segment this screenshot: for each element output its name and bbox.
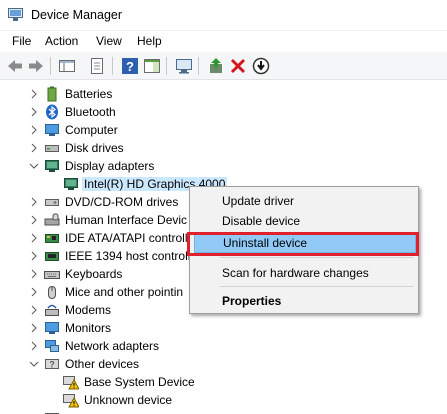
chevron-right-icon[interactable] (29, 124, 39, 136)
tree-item-partial (0, 409, 447, 414)
menu-view[interactable]: View (96, 34, 122, 48)
show-hide-console-tree-icon[interactable] (58, 57, 76, 75)
network-adapter-icon (45, 340, 59, 352)
tree-item-label: IDE ATA/ATAPI controll (65, 231, 188, 245)
menu-help[interactable]: Help (137, 34, 162, 48)
tree-item-label: Modems (65, 303, 112, 317)
hid-icon (44, 213, 60, 226)
menu-item-disable-device[interactable]: Disable device (190, 211, 418, 231)
chevron-right-icon[interactable] (29, 268, 39, 280)
chevron-right-icon[interactable] (29, 214, 39, 226)
tree-item-other-devices[interactable]: ? Other devices (0, 355, 447, 373)
disk-drive-icon (45, 145, 59, 152)
chevron-right-icon[interactable] (29, 88, 39, 100)
device-manager-icon (8, 8, 23, 21)
tree-item-label: Unknown device (84, 393, 173, 407)
disable-device-icon[interactable] (252, 57, 270, 75)
tree-item-label: Computer (65, 123, 118, 137)
tree-item-label: IEEE 1394 host controlle (65, 249, 198, 263)
computer-icon (45, 124, 59, 136)
tree-item-label: Human Interface Devic (65, 213, 188, 227)
toolbar-separator (166, 57, 167, 75)
tree-item-label: DVD/CD-ROM drives (65, 195, 179, 209)
modem-icon (45, 304, 59, 316)
toolbar-separator (50, 57, 51, 75)
other-devices-icon: ? (45, 359, 59, 370)
chevron-right-icon[interactable] (29, 196, 39, 208)
tree-item-network-adapters[interactable]: Network adapters (0, 337, 447, 355)
tree-item-disk-drives[interactable]: Disk drives (0, 139, 447, 157)
battery-icon (47, 86, 57, 102)
toolbar-separator (198, 57, 199, 75)
dvd-drive-icon (45, 199, 59, 206)
window-title: Device Manager (31, 8, 123, 22)
chevron-right-icon[interactable] (29, 232, 39, 244)
tree-item-label: Monitors (65, 321, 112, 335)
menu-action[interactable]: Action (45, 34, 78, 48)
device-icon (45, 413, 59, 414)
help-icon[interactable]: ? (121, 57, 139, 75)
menu-file[interactable]: File (12, 34, 31, 48)
chevron-right-icon[interactable] (29, 304, 39, 316)
title-bar: Device Manager (0, 0, 447, 31)
menu-item-label: Disable device (222, 214, 301, 228)
menu-item-scan-hardware[interactable]: Scan for hardware changes (190, 263, 418, 283)
chevron-right-icon[interactable] (29, 340, 39, 352)
keyboard-icon (44, 271, 60, 279)
tree-item-label: Base System Device (84, 375, 195, 389)
tree-item-monitors[interactable]: Monitors (0, 319, 447, 337)
warning-device-icon (63, 394, 79, 408)
ide-controller-icon (45, 234, 59, 243)
menu-item-properties[interactable]: Properties (190, 291, 418, 311)
update-driver-icon[interactable] (207, 57, 225, 75)
back-arrow-icon[interactable] (6, 57, 24, 75)
menu-item-label: Scan for hardware changes (222, 266, 369, 280)
properties-sheet-icon[interactable] (88, 57, 106, 75)
menu-item-label: Update driver (222, 194, 295, 208)
ieee1394-icon (45, 252, 59, 261)
bluetooth-icon (46, 104, 58, 120)
scan-hardware-monitor-icon[interactable] (175, 57, 193, 75)
mouse-icon (48, 286, 56, 299)
chevron-right-icon[interactable] (29, 106, 39, 118)
tree-item-label: Keyboards (65, 267, 123, 281)
toolbar-separator (112, 57, 113, 75)
tree-item-label: Bluetooth (65, 105, 116, 119)
chevron-right-icon[interactable] (29, 286, 39, 298)
forward-arrow-icon[interactable] (27, 57, 45, 75)
warning-device-icon (63, 376, 79, 390)
menu-item-update-driver[interactable]: Update driver (190, 191, 418, 211)
tree-item-label: Display adapters (65, 159, 155, 173)
chevron-down-icon[interactable] (29, 160, 39, 172)
tree-item-bluetooth[interactable]: Bluetooth (0, 103, 447, 121)
tree-item-unknown-device[interactable]: Unknown device (0, 391, 447, 409)
tree-item-label: Disk drives (65, 141, 124, 155)
display-adapter-icon (45, 160, 59, 172)
tree-item-label: Network adapters (65, 339, 160, 353)
tree-item-base-system-device[interactable]: Base System Device (0, 373, 447, 391)
display-adapter-icon (64, 178, 78, 190)
action-pane-icon[interactable] (143, 57, 161, 75)
tree-item-computer[interactable]: Computer (0, 121, 447, 139)
svg-text:?: ? (49, 360, 55, 370)
toolbar: ? (0, 52, 447, 80)
menu-bar: File Action View Help (0, 31, 447, 52)
chevron-right-icon[interactable] (29, 250, 39, 262)
menu-separator (220, 286, 414, 287)
monitor-icon (45, 322, 59, 334)
uninstall-x-icon[interactable] (229, 57, 247, 75)
chevron-down-icon[interactable] (29, 358, 39, 370)
annotation-highlight-box (187, 232, 419, 256)
chevron-right-icon[interactable] (29, 322, 39, 334)
svg-text:?: ? (126, 59, 134, 74)
chevron-right-icon[interactable] (29, 142, 39, 154)
tree-item-label: Other devices (65, 357, 140, 371)
tree-item-batteries[interactable]: Batteries (0, 85, 447, 103)
tree-item-display-adapters[interactable]: Display adapters (0, 157, 447, 175)
tree-item-label: Batteries (65, 87, 113, 101)
menu-item-label: Properties (222, 294, 282, 308)
tree-item-label: Mice and other pointin (65, 285, 184, 299)
menu-separator (220, 257, 414, 258)
